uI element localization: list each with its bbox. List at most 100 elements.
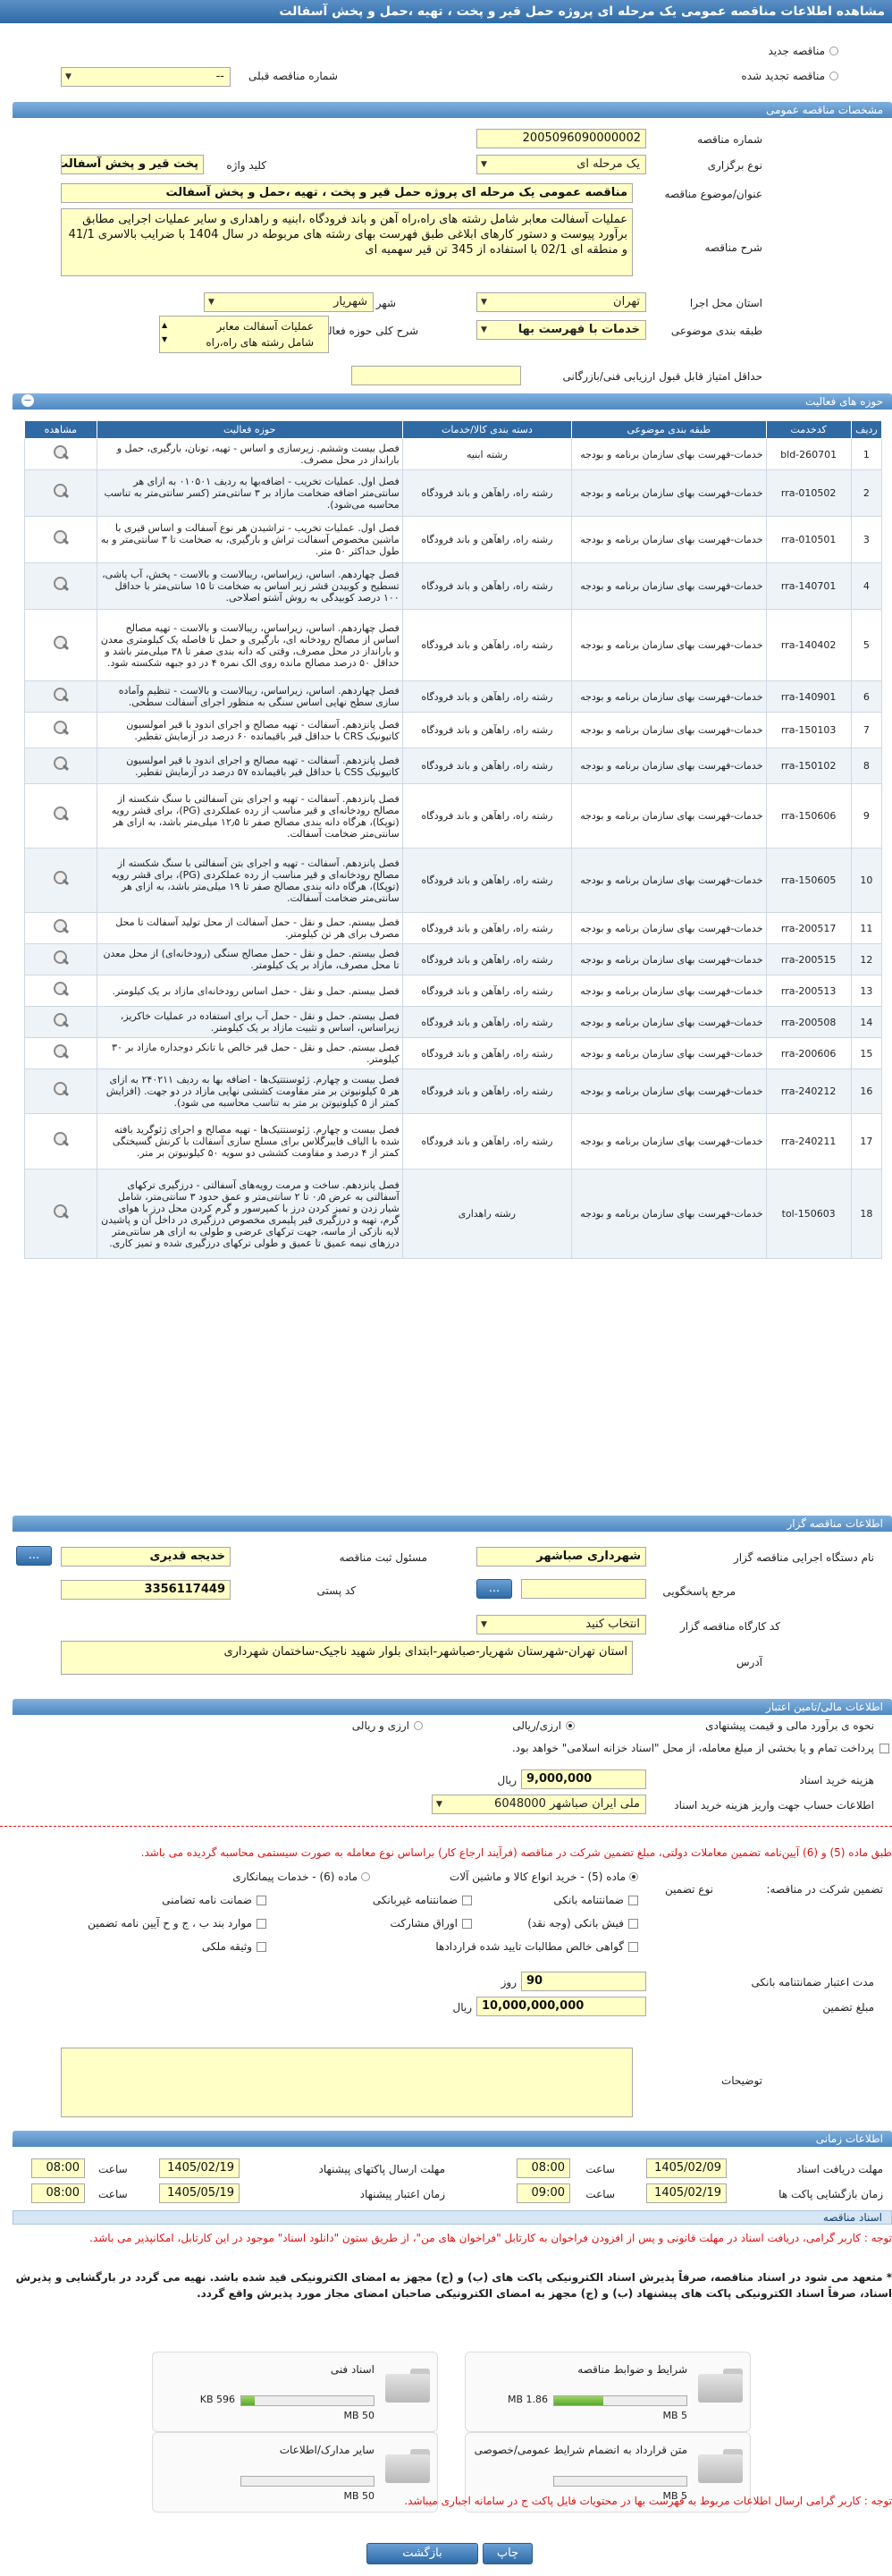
row-group: خدمات-فهرست بهای سازمان برنامه و بودجه <box>571 438 767 470</box>
bank-guarantee-checkbox[interactable] <box>628 1896 638 1905</box>
opening-date[interactable]: 1405/02/19 <box>646 2183 727 2203</box>
view-magnifier-icon[interactable] <box>51 720 71 738</box>
province-select[interactable]: ▼ تهران <box>476 292 646 312</box>
opening-label: زمان بازگشایی پاکت ها <box>778 2188 883 2200</box>
article6-radio[interactable] <box>361 1872 370 1881</box>
description-label: شرح مناقصه <box>704 241 762 254</box>
folder-icon <box>385 2449 430 2483</box>
activity-area-list[interactable]: عملیات آسفالت معابر شامل رشته های راه،را… <box>159 316 329 353</box>
docs-deadline-time[interactable]: 08:00 <box>517 2158 570 2178</box>
view-magnifier-icon[interactable] <box>51 870 71 888</box>
document-card[interactable]: شرایط و ضوابط مناقصه 1.86 MB 5 MB <box>465 2352 751 2432</box>
col-group: طبقه بندی موضوعی <box>571 420 767 439</box>
back-button[interactable]: بازگشت <box>366 2543 478 2564</box>
view-magnifier-icon[interactable] <box>51 1081 71 1099</box>
fee-field[interactable]: 9,000,000 <box>521 1769 646 1789</box>
tender-number-field[interactable]: 2005096090000002 <box>476 129 646 148</box>
city-select[interactable]: ▼ شهریار <box>204 292 374 312</box>
view-magnifier-icon[interactable] <box>51 483 71 501</box>
org-field[interactable]: شهرداری صباشهر <box>476 1547 646 1567</box>
document-card[interactable]: اسناد فنی 596 KB 50 MB <box>152 2352 438 2432</box>
keyword-field[interactable]: پخت قیر و پخش آسفالت <box>61 155 204 174</box>
row-category: رشته راه، راهآهن و باند فرودگاه <box>401 469 573 517</box>
offer-validity-date[interactable]: 1405/05/19 <box>159 2183 240 2203</box>
timing-section-header: اطلاعات زمانی <box>13 2131 892 2147</box>
row-category: رشته ابنیه <box>401 438 573 470</box>
currency-radio[interactable] <box>414 1721 423 1730</box>
row-index: 6 <box>850 680 883 713</box>
bonds-checkbox[interactable] <box>462 1919 472 1929</box>
view-magnifier-icon[interactable] <box>51 1012 71 1030</box>
account-select[interactable]: ▼ ملی ایران صباشهر 6048000 <box>432 1795 646 1814</box>
address-field[interactable]: استان تهران-شهرستان شهریار-صباشهر-ابتدای… <box>61 1641 633 1675</box>
activities-table: ردیف کدخدمت طبقه بندی موضوعی دسته بندی ک… <box>24 420 883 1259</box>
folder-icon <box>385 2369 430 2403</box>
amount-field[interactable]: 10,000,000,000 <box>476 1997 646 2016</box>
row-code: rra-150103 <box>765 712 852 748</box>
other-items-checkbox[interactable] <box>257 1919 266 1929</box>
min-score-field[interactable] <box>351 366 521 385</box>
row-code: rra-200513 <box>765 975 852 1007</box>
offer-validity-time[interactable]: 08:00 <box>31 2183 85 2203</box>
claims-checkbox[interactable] <box>628 1942 638 1952</box>
joint-guarantee-checkbox[interactable] <box>257 1896 266 1905</box>
view-magnifier-icon[interactable] <box>51 444 71 462</box>
prev-number-select[interactable]: ▼ -- <box>61 67 231 87</box>
estimate-label: نحوه ی برآورد مالی و قیمت پیشنهادی <box>705 1719 874 1732</box>
document-progress-bar <box>553 2476 687 2487</box>
row-view-cell <box>24 562 97 610</box>
view-magnifier-icon[interactable] <box>51 687 71 705</box>
print-button[interactable]: چاپ <box>483 2543 533 2564</box>
postal-field[interactable]: 3356117449 <box>61 1580 231 1600</box>
nonbank-guarantee-checkbox[interactable] <box>462 1896 472 1905</box>
row-code: rra-200515 <box>765 943 852 976</box>
validity-field[interactable]: 90 <box>521 1972 646 1991</box>
opening-time[interactable]: 09:00 <box>517 2183 570 2203</box>
reference-button[interactable]: ... <box>476 1579 512 1599</box>
view-magnifier-icon[interactable] <box>51 1204 71 1221</box>
collapse-icon[interactable]: − <box>21 394 34 407</box>
view-magnifier-icon[interactable] <box>51 635 71 653</box>
packets-deadline-date[interactable]: 1405/02/19 <box>159 2158 240 2178</box>
row-category: رشته راه، راهآهن و باند فرودگاه <box>401 562 573 610</box>
view-magnifier-icon[interactable] <box>51 806 71 823</box>
view-magnifier-icon[interactable] <box>51 950 71 967</box>
classification-select[interactable]: ▼ خدمات با فهرست بها <box>476 320 646 340</box>
responsible-field[interactable]: خدیجه قدیری <box>61 1547 231 1567</box>
view-magnifier-icon[interactable] <box>51 756 71 773</box>
row-index: 8 <box>850 747 883 784</box>
view-magnifier-icon[interactable] <box>51 918 71 936</box>
view-magnifier-icon[interactable] <box>51 529 71 547</box>
view-magnifier-icon[interactable] <box>51 981 71 999</box>
subject-field[interactable]: مناقصه عمومی یک مرحله ای پروژه حمل قیر و… <box>61 183 633 203</box>
scroll-arrows-icon[interactable]: ▲ ▼ <box>162 318 167 347</box>
table-row: 11 rra-200517 خدمات-فهرست بهای سازمان برنا… <box>24 912 883 944</box>
view-magnifier-icon[interactable] <box>51 1043 71 1061</box>
responsible-button[interactable]: ... <box>16 1546 52 1566</box>
description-field[interactable]: عملیات آسفالت معابر شامل رشته های راه،را… <box>61 208 633 276</box>
reference-field[interactable] <box>521 1579 646 1599</box>
cash-checkbox[interactable] <box>628 1919 638 1929</box>
docs-deadline-date[interactable]: 1405/02/09 <box>646 2158 727 2178</box>
rial-radio[interactable] <box>566 1721 575 1730</box>
row-index: 16 <box>850 1068 883 1114</box>
article5-radio[interactable] <box>629 1872 638 1881</box>
nonbank-guarantee-label: ضمانتنامه غیربانکی <box>372 1894 458 1906</box>
renewed-tender-radio[interactable] <box>829 72 838 80</box>
packets-deadline-time[interactable]: 08:00 <box>31 2158 85 2178</box>
document-card[interactable]: سایر مدارک/اطلاعات 50 MB <box>152 2432 438 2513</box>
finance-desc-field[interactable] <box>61 2048 633 2117</box>
new-tender-radio[interactable] <box>829 46 838 55</box>
tender-type-select[interactable]: ▼ یک مرحله ای <box>476 155 646 174</box>
treasury-checkbox[interactable] <box>879 1744 889 1753</box>
table-row: 6 rra-140901 خدمات-فهرست بهای سازمان برنام… <box>24 680 883 713</box>
docs-note-2: * متعهد می شود در اسناد مناقصه، صرفاً پذ… <box>15 2271 892 2300</box>
row-group: خدمات-فهرست بهای سازمان برنامه و بودجه <box>571 516 767 563</box>
workshop-select[interactable]: ▼ انتخاب کنید <box>476 1615 646 1634</box>
view-magnifier-icon[interactable] <box>51 576 71 594</box>
row-activity: فصل پانزدهم. آسفالت - تهیه و اجرای بتن آ… <box>96 783 403 849</box>
activity-area-item-2: شامل رشته های راه،راه <box>206 336 314 349</box>
view-magnifier-icon[interactable] <box>51 1131 71 1149</box>
property-checkbox[interactable] <box>257 1942 266 1952</box>
row-group: خدمات-فهرست بهای سازمان برنامه و بودجه <box>571 1113 767 1170</box>
